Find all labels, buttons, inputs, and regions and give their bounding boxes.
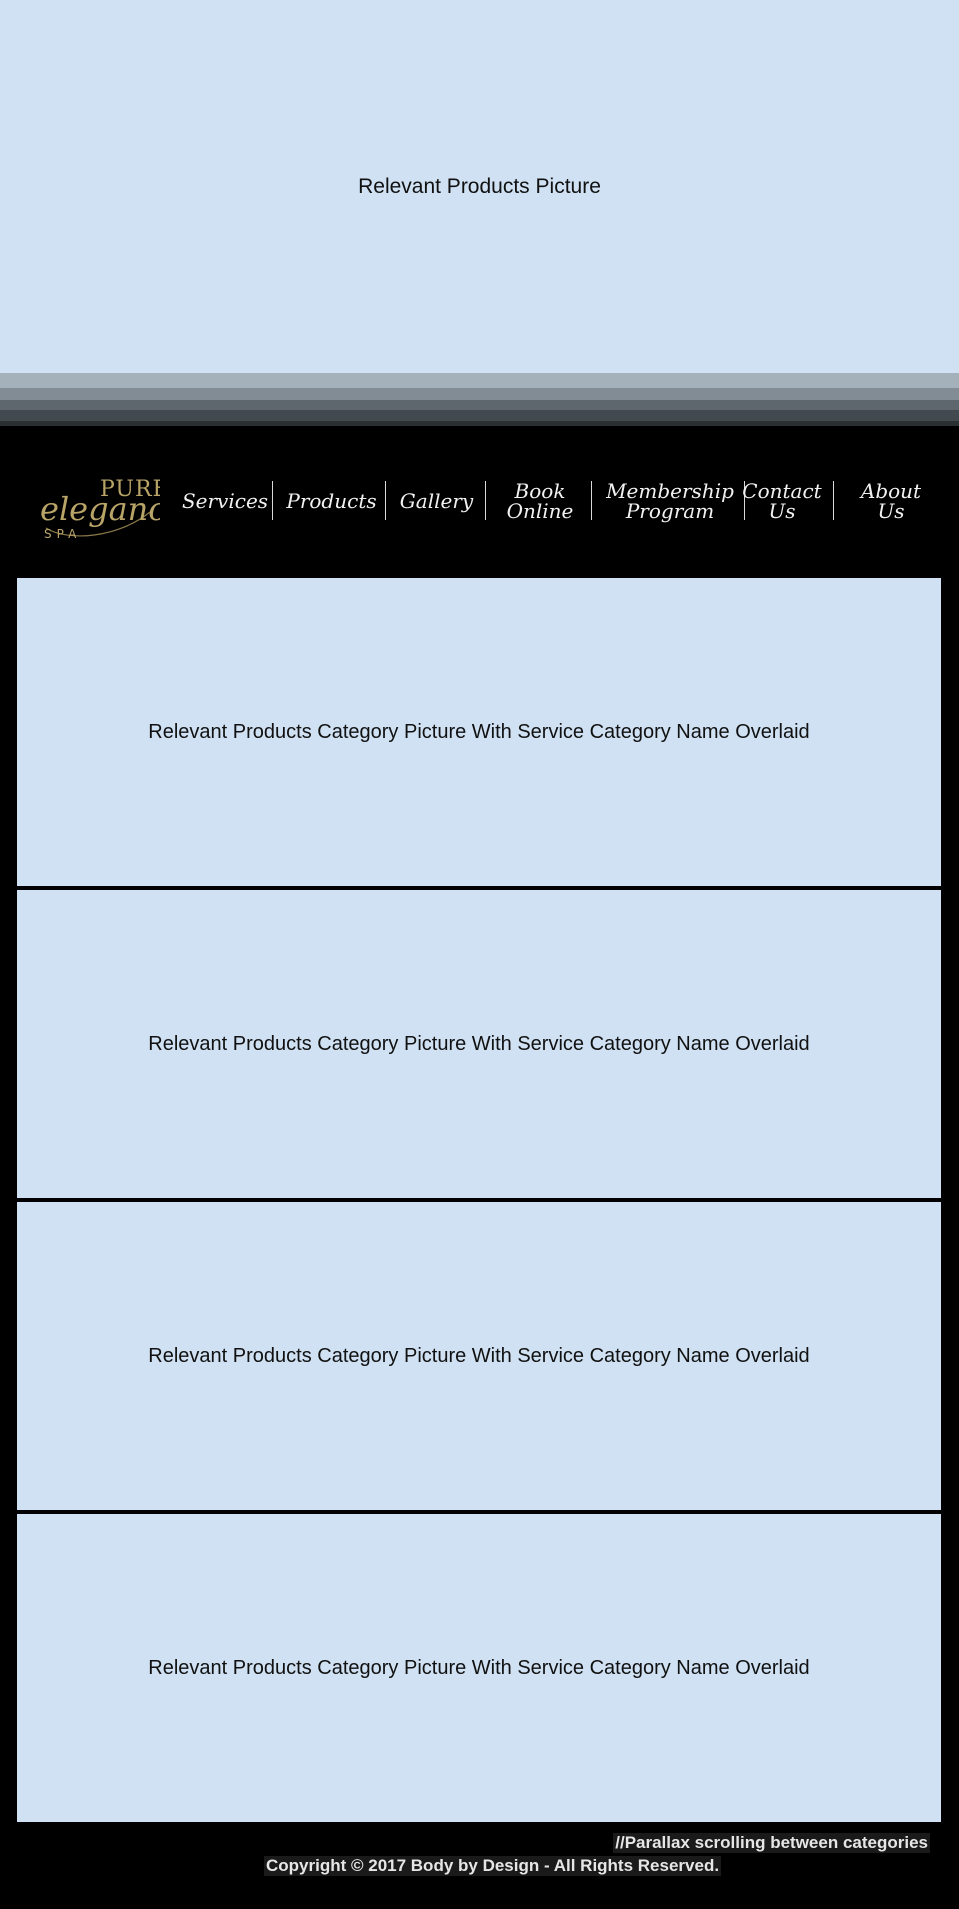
nav-divider: [485, 481, 486, 520]
nav-divider: [385, 481, 386, 520]
nav-item-membership-program[interactable]: Membership Program: [600, 481, 740, 521]
nav-divider: [272, 481, 273, 520]
logo-elegance-text: elegance: [40, 490, 160, 528]
hero-bottom-gradient: [0, 373, 959, 426]
hero-image-placeholder: Relevant Products Picture: [0, 0, 959, 373]
nav-item-book-online[interactable]: Book Online: [500, 481, 580, 521]
category-panel[interactable]: Relevant Products Category Picture With …: [17, 1514, 941, 1822]
gradient-stripe: [0, 400, 959, 410]
nav-item-label: Contact: [742, 479, 822, 503]
nav-item-label: Online: [506, 499, 574, 523]
gradient-stripe: [0, 373, 959, 388]
category-panel[interactable]: Relevant Products Category Picture With …: [17, 1202, 941, 1510]
category-caption: Relevant Products Category Picture With …: [148, 1656, 810, 1679]
nav-item-label: Products: [286, 489, 377, 513]
nav-item-products[interactable]: Products: [284, 481, 379, 521]
category-caption: Relevant Products Category Picture With …: [148, 1344, 810, 1367]
parallax-note: //Parallax scrolling between categories: [613, 1833, 930, 1853]
nav-item-label: Program: [625, 499, 715, 523]
nav-item-label: Us: [768, 499, 796, 523]
hero-caption: Relevant Products Picture: [358, 174, 601, 198]
copyright-text: Copyright © 2017 Body by Design - All Ri…: [264, 1856, 722, 1876]
main-navigation: PURE elegance SPA Services Products Gall…: [0, 426, 959, 576]
nav-item-label: Services: [181, 489, 269, 513]
nav-divider: [591, 481, 592, 520]
nav-item-label: Gallery: [399, 489, 474, 513]
nav-item-gallery[interactable]: Gallery: [394, 481, 479, 521]
category-caption: Relevant Products Category Picture With …: [148, 720, 810, 743]
category-panel[interactable]: Relevant Products Category Picture With …: [17, 890, 941, 1198]
logo-spa-text: SPA: [44, 527, 81, 541]
nav-divider: [833, 481, 834, 520]
gradient-stripe: [0, 388, 959, 400]
gradient-stripe: [0, 410, 959, 421]
nav-item-label: About Us: [860, 479, 922, 523]
nav-item-services[interactable]: Services: [180, 481, 270, 521]
category-caption: Relevant Products Category Picture With …: [148, 1032, 810, 1055]
nav-item-label: Book: [514, 479, 566, 503]
category-panel[interactable]: Relevant Products Category Picture With …: [17, 578, 941, 886]
nav-item-about-us[interactable]: About Us: [846, 481, 936, 521]
nav-item-contact-us[interactable]: Contact Us: [742, 481, 821, 523]
pure-elegance-spa-logo[interactable]: PURE elegance SPA: [38, 472, 185, 544]
nav-item-label: Membership: [606, 479, 734, 503]
